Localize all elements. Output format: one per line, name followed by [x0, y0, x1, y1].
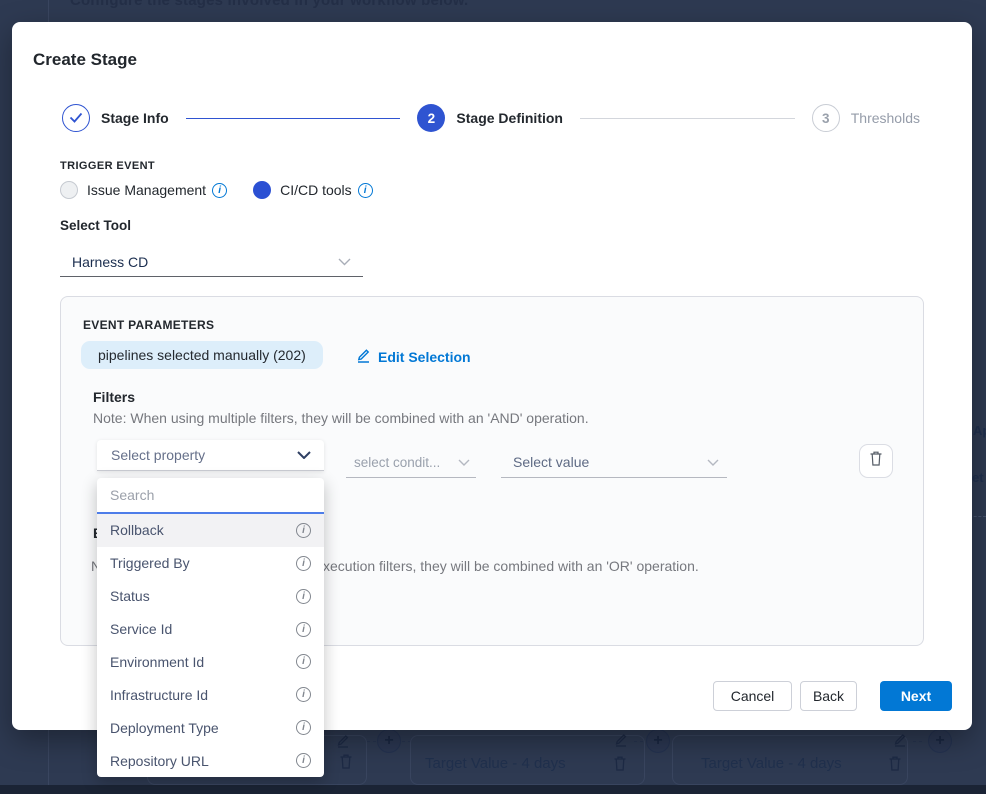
value-select[interactable]: Select value [501, 447, 727, 478]
info-icon[interactable] [296, 720, 311, 735]
pencil-edit-icon [893, 732, 907, 752]
stage-card-label: Target Value - 4 days [425, 755, 566, 772]
add-stage-button [646, 729, 670, 753]
dashed-connector [913, 741, 922, 742]
info-icon[interactable] [296, 523, 311, 538]
step-stage-info[interactable]: Stage Info [62, 104, 169, 132]
step-thresholds[interactable]: 3 Thresholds [812, 104, 920, 132]
add-stage-button [928, 729, 952, 753]
step-number-circle: 2 [417, 104, 445, 132]
workflow-stage-card: Target Value - 4 days [410, 735, 645, 785]
info-icon[interactable] [358, 183, 373, 198]
select-tool-label: Select Tool [60, 218, 131, 233]
radio-cicd-tools[interactable] [253, 181, 271, 199]
menu-item-label: Service Id [110, 621, 172, 637]
plus-icon [935, 732, 944, 750]
property-dropdown-menu: Rollback Triggered By Status Service Id … [97, 478, 324, 777]
menu-item-rollback[interactable]: Rollback [97, 514, 324, 547]
property-select[interactable]: Select property [97, 440, 324, 471]
stepper-connector [186, 118, 401, 119]
step-number-circle: 3 [812, 104, 840, 132]
menu-item-deployment-type[interactable]: Deployment Type [97, 711, 324, 744]
info-icon[interactable] [296, 589, 311, 604]
dropdown-items: Rollback Triggered By Status Service Id … [97, 514, 324, 777]
info-icon[interactable] [296, 687, 311, 702]
value-select-value: Select value [513, 454, 589, 470]
back-button[interactable]: Back [800, 681, 857, 711]
info-icon[interactable] [296, 556, 311, 571]
plus-icon [653, 732, 662, 750]
trash-icon [613, 755, 627, 777]
search-input[interactable] [97, 478, 324, 512]
menu-item-service-id[interactable]: Service Id [97, 613, 324, 646]
background-text-fragment: et [972, 470, 984, 485]
menu-item-label: Triggered By [110, 555, 190, 571]
step-label: Thresholds [851, 110, 920, 126]
check-icon [69, 111, 83, 126]
add-stage-button [377, 729, 401, 753]
tool-select-value: Harness CD [72, 254, 148, 270]
menu-item-label: Deployment Type [110, 720, 219, 736]
background-banner-text: Configure the stages involved in your wo… [70, 0, 468, 9]
trigger-event-options: Issue Management CI/CD tools [60, 180, 373, 200]
trash-icon [888, 755, 902, 777]
step-stage-definition[interactable]: 2 Stage Definition [417, 104, 563, 132]
chevron-down-icon [297, 446, 311, 464]
pipelines-selection-chip: pipelines selected manually (202) [81, 341, 323, 369]
chevron-down-icon [707, 453, 719, 471]
dropdown-search [97, 478, 324, 514]
info-icon[interactable] [296, 654, 311, 669]
step-label: Stage Info [101, 110, 169, 126]
radio-label: Issue Management [87, 182, 206, 198]
menu-item-label: Status [110, 588, 150, 604]
modal-title: Create Stage [33, 50, 137, 70]
tool-select[interactable]: Harness CD [60, 248, 363, 277]
menu-item-label: Infrastructure Id [110, 687, 208, 703]
plus-icon [384, 732, 393, 750]
info-icon[interactable] [296, 753, 311, 768]
delete-filter-button[interactable] [859, 444, 893, 478]
radio-label: CI/CD tools [280, 182, 352, 198]
execution-note-fragment: xecution filters, they will be combined … [323, 558, 699, 574]
condition-select-value: select condit... [354, 455, 440, 470]
edit-selection-label: Edit Selection [378, 349, 471, 365]
filters-heading: Filters [93, 389, 135, 405]
menu-item-environment-id[interactable]: Environment Id [97, 646, 324, 679]
filters-note: Note: When using multiple filters, they … [93, 410, 589, 426]
chevron-down-icon [338, 253, 351, 271]
trash-icon [869, 450, 883, 472]
radio-issue-management[interactable] [60, 181, 78, 199]
background-bottom-bar [0, 785, 986, 794]
step-label: Stage Definition [456, 110, 563, 126]
dashed-connector [634, 741, 643, 742]
info-icon[interactable] [296, 622, 311, 637]
dashed-connector [367, 741, 376, 742]
trigger-event-label: TRIGGER EVENT [60, 160, 155, 172]
next-button[interactable]: Next [880, 681, 952, 711]
property-select-value: Select property [111, 447, 205, 463]
chevron-down-icon [458, 453, 470, 471]
pencil-edit-icon [336, 733, 350, 753]
menu-item-label: Environment Id [110, 654, 204, 670]
edit-selection-link[interactable]: Edit Selection [356, 347, 471, 366]
menu-item-triggered-by[interactable]: Triggered By [97, 547, 324, 580]
stepper: Stage Info 2 Stage Definition 3 Threshol… [62, 104, 920, 132]
menu-item-repository-url[interactable]: Repository URL [97, 744, 324, 777]
background-text-fragment: Ap [973, 423, 986, 438]
pencil-edit-icon [614, 732, 628, 752]
stage-card-label: Target Value - 4 days [701, 755, 842, 772]
step-complete-circle [62, 104, 90, 132]
stepper-connector [580, 118, 795, 119]
info-icon[interactable] [212, 183, 227, 198]
workflow-stage-card: Target Value - 4 days [672, 735, 908, 785]
trash-icon [339, 753, 353, 775]
menu-item-label: Rollback [110, 522, 164, 538]
menu-item-label: Repository URL [110, 753, 209, 769]
event-parameters-heading: EVENT PARAMETERS [83, 318, 214, 332]
menu-item-infrastructure-id[interactable]: Infrastructure Id [97, 678, 324, 711]
cancel-button[interactable]: Cancel [713, 681, 792, 711]
menu-item-status[interactable]: Status [97, 580, 324, 613]
pencil-edit-icon [356, 347, 371, 366]
condition-select[interactable]: select condit... [346, 447, 476, 478]
